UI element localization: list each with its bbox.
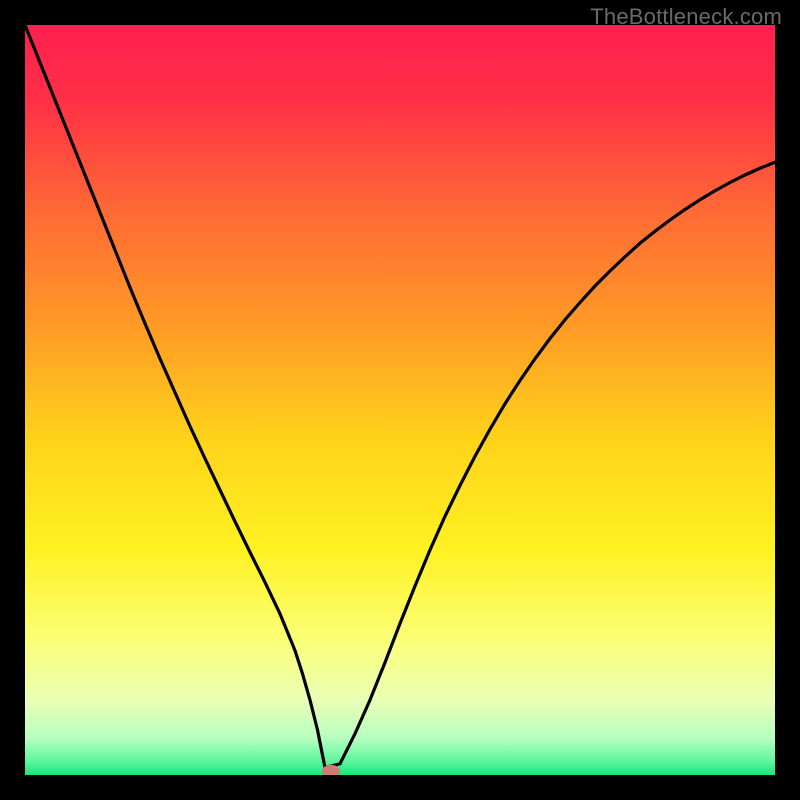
gradient-background (25, 25, 775, 775)
chart-container: TheBottleneck.com (0, 0, 800, 800)
bottleneck-chart (25, 25, 775, 775)
